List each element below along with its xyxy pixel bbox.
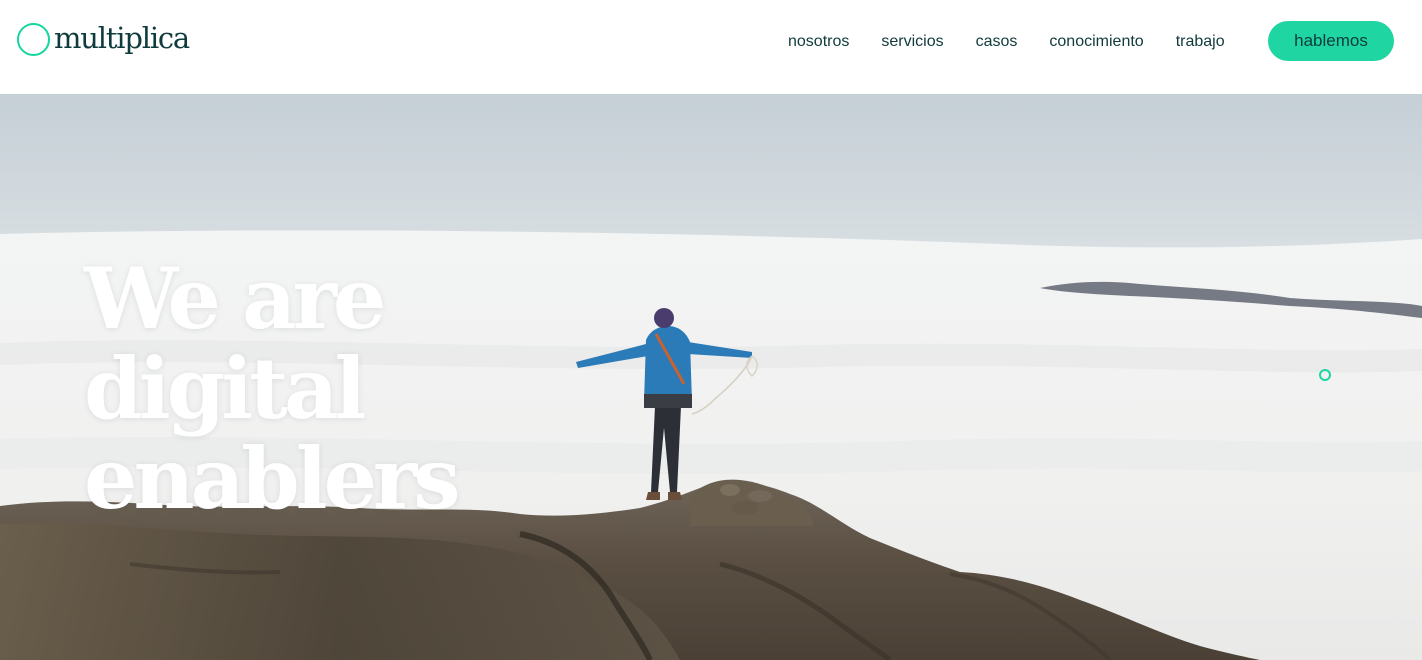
headline-line: digital bbox=[84, 339, 366, 438]
logo-wordmark: multiplica bbox=[54, 20, 190, 55]
nav-item-trabajo[interactable]: trabajo bbox=[1160, 31, 1241, 53]
nav-item-nosotros[interactable]: nosotros bbox=[772, 31, 865, 53]
hero-headline: We are digital enablers bbox=[84, 249, 461, 528]
main-nav: nosotros servicios casos conocimiento tr… bbox=[772, 31, 1241, 53]
hero-section: We are digital enablers bbox=[0, 94, 1422, 660]
circle-outline-icon[interactable] bbox=[1319, 369, 1331, 381]
site-header: multiplica nosotros servicios casos cono… bbox=[0, 0, 1422, 94]
headline-line: enablers bbox=[84, 429, 461, 528]
nav-item-casos[interactable]: casos bbox=[960, 31, 1034, 53]
nav-item-conocimiento[interactable]: conocimiento bbox=[1033, 31, 1159, 53]
ring-icon bbox=[17, 22, 50, 56]
headline-line: We are bbox=[84, 249, 386, 348]
nav-item-servicios[interactable]: servicios bbox=[865, 31, 959, 53]
hablemos-button[interactable]: hablemos bbox=[1268, 21, 1394, 61]
multiplica-logo[interactable]: multiplica bbox=[17, 19, 190, 59]
